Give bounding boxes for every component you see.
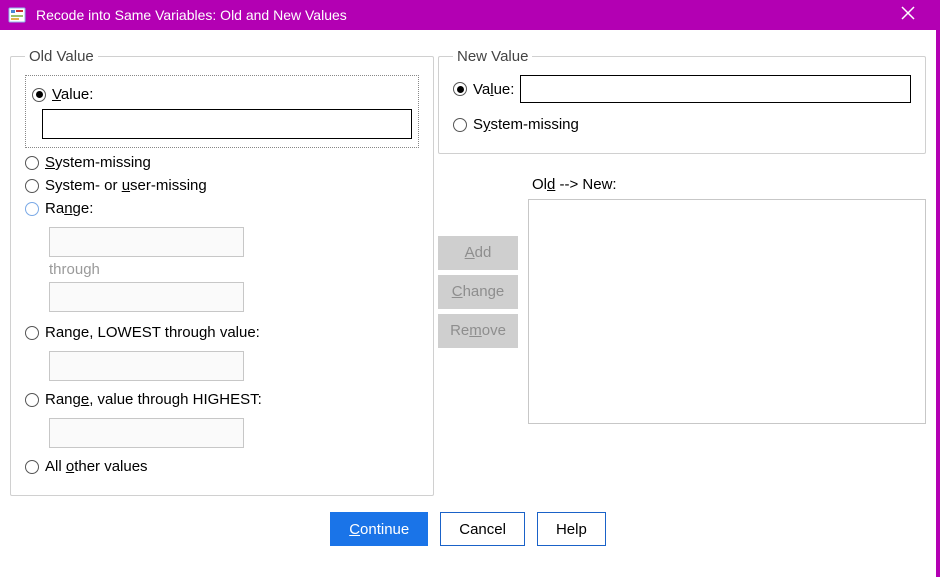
mapping-area: Add Change Remove Old --> New:: [438, 176, 926, 424]
cancel-button[interactable]: Cancel: [440, 512, 525, 546]
add-button[interactable]: Add: [438, 236, 518, 270]
remove-button[interactable]: Remove: [438, 314, 518, 348]
app-icon: [8, 6, 26, 24]
new-system-missing-label[interactable]: System-missing: [473, 116, 579, 133]
old-system-missing-label[interactable]: System-missing: [45, 154, 151, 171]
close-button[interactable]: [888, 6, 928, 25]
change-button[interactable]: Change: [438, 275, 518, 309]
old-system-missing-radio[interactable]: [25, 156, 39, 170]
old-value-value-radio[interactable]: [32, 88, 46, 102]
old-range-radio[interactable]: [25, 202, 39, 216]
old-value-column: Old Value Value: System-missing System- …: [10, 48, 420, 496]
continue-button[interactable]: Continue: [330, 512, 428, 546]
old-range-lowest-radio[interactable]: [25, 326, 39, 340]
old-value-value-label[interactable]: Value:: [52, 86, 93, 103]
new-value-value-radio[interactable]: [453, 82, 467, 96]
old-range-lowest-input[interactable]: [49, 351, 244, 381]
old-value-value-block: Value:: [25, 75, 419, 148]
old-system-user-missing-radio[interactable]: [25, 179, 39, 193]
old-range-low-input[interactable]: [49, 227, 244, 257]
new-value-value-label[interactable]: Value:: [473, 81, 514, 98]
old-range-through-label: through: [49, 261, 419, 278]
old-all-other-radio[interactable]: [25, 460, 39, 474]
dialog-footer: Continue Cancel Help: [0, 512, 936, 546]
old-range-label[interactable]: Range:: [45, 200, 93, 217]
old-system-user-missing-label[interactable]: System- or user-missing: [45, 177, 207, 194]
titlebar: Recode into Same Variables: Old and New …: [0, 0, 936, 30]
old-range-highest-input[interactable]: [49, 418, 244, 448]
dialog-title: Recode into Same Variables: Old and New …: [36, 7, 888, 23]
old-range-highest-label[interactable]: Range, value through HIGHEST:: [45, 391, 262, 408]
old-value-value-input[interactable]: [42, 109, 412, 139]
help-button[interactable]: Help: [537, 512, 606, 546]
new-value-column: New Value Value: System-missing Add: [438, 48, 926, 496]
old-value-legend: Old Value: [25, 48, 98, 65]
old-range-highest-radio[interactable]: [25, 393, 39, 407]
new-value-group: New Value Value: System-missing: [438, 48, 926, 154]
dialog-content: Old Value Value: System-missing System- …: [0, 30, 936, 502]
old-range-high-input[interactable]: [49, 282, 244, 312]
dialog-window: Recode into Same Variables: Old and New …: [0, 0, 940, 577]
old-value-group: Old Value Value: System-missing System- …: [10, 48, 434, 496]
new-value-legend: New Value: [453, 48, 532, 65]
close-icon: [901, 6, 915, 20]
new-system-missing-radio[interactable]: [453, 118, 467, 132]
new-value-value-input[interactable]: [520, 75, 911, 103]
mapping-list-label: Old --> New:: [532, 176, 926, 193]
mapping-listbox[interactable]: [528, 199, 926, 424]
old-all-other-label[interactable]: All other values: [45, 458, 148, 475]
old-range-lowest-label[interactable]: Range, LOWEST through value:: [45, 324, 260, 341]
mapping-button-stack: Add Change Remove: [438, 236, 518, 424]
